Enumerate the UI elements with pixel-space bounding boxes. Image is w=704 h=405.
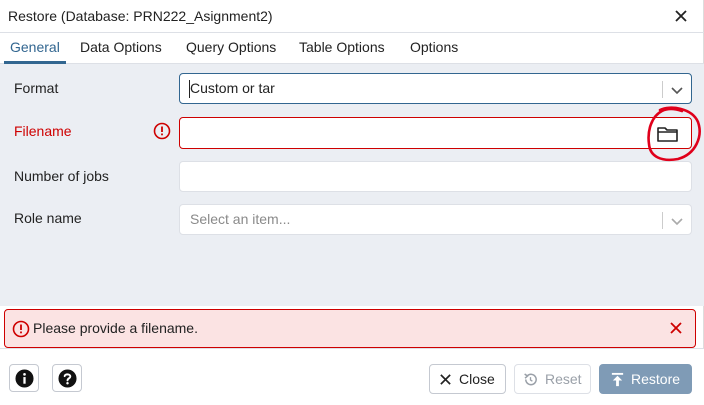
tab-options[interactable]: Options [410,39,458,55]
chevron-down-icon[interactable] [669,213,685,229]
chevron-down-icon[interactable] [669,82,685,98]
reset-icon [524,373,537,386]
folder-icon[interactable] [656,124,680,144]
error-alert: Please provide a filename. [4,309,696,348]
restore-button[interactable]: Restore [599,364,692,394]
select-separator [662,212,663,229]
filename-input[interactable] [179,117,692,149]
alert-close-icon[interactable] [669,321,683,335]
role-placeholder: Select an item... [190,211,291,227]
dialog-title: Restore (Database: PRN222_Asignment2) [8,8,273,24]
error-icon [153,122,171,140]
upload-icon [611,372,624,387]
tab-general[interactable]: General [10,39,60,55]
jobs-input[interactable] [179,161,692,192]
tab-bar: General Data Options Query Options Table… [0,33,704,64]
dialog-titlebar: Restore (Database: PRN222_Asignment2) [0,0,704,33]
role-label: Role name [14,210,82,226]
tab-query-options[interactable]: Query Options [186,39,276,55]
close-button-label: Close [459,371,495,387]
tab-table-options[interactable]: Table Options [299,39,385,55]
close-icon [440,374,451,385]
reset-button[interactable]: Reset [514,364,591,394]
alert-message: Please provide a filename. [33,320,198,336]
tab-data-options[interactable]: Data Options [80,39,162,55]
question-circle-icon [58,369,77,388]
format-label: Format [14,80,59,96]
reset-button-label: Reset [545,371,582,387]
restore-dialog: Restore (Database: PRN222_Asignment2) Ge… [0,0,704,405]
close-button[interactable]: Close [429,364,506,394]
restore-button-label: Restore [631,371,681,387]
info-circle-icon [15,369,34,388]
format-select[interactable]: Custom or tar [179,73,692,104]
format-value: Custom or tar [190,80,275,96]
alert-error-icon [12,320,30,338]
select-separator [662,81,663,98]
info-button[interactable] [9,364,39,392]
role-select[interactable]: Select an item... [179,204,692,235]
jobs-label: Number of jobs [14,168,109,184]
filename-label: Filename [14,123,72,139]
dialog-footer: Close Reset Restore [0,348,704,405]
help-button[interactable] [52,364,82,392]
close-dialog-icon[interactable] [672,7,690,25]
